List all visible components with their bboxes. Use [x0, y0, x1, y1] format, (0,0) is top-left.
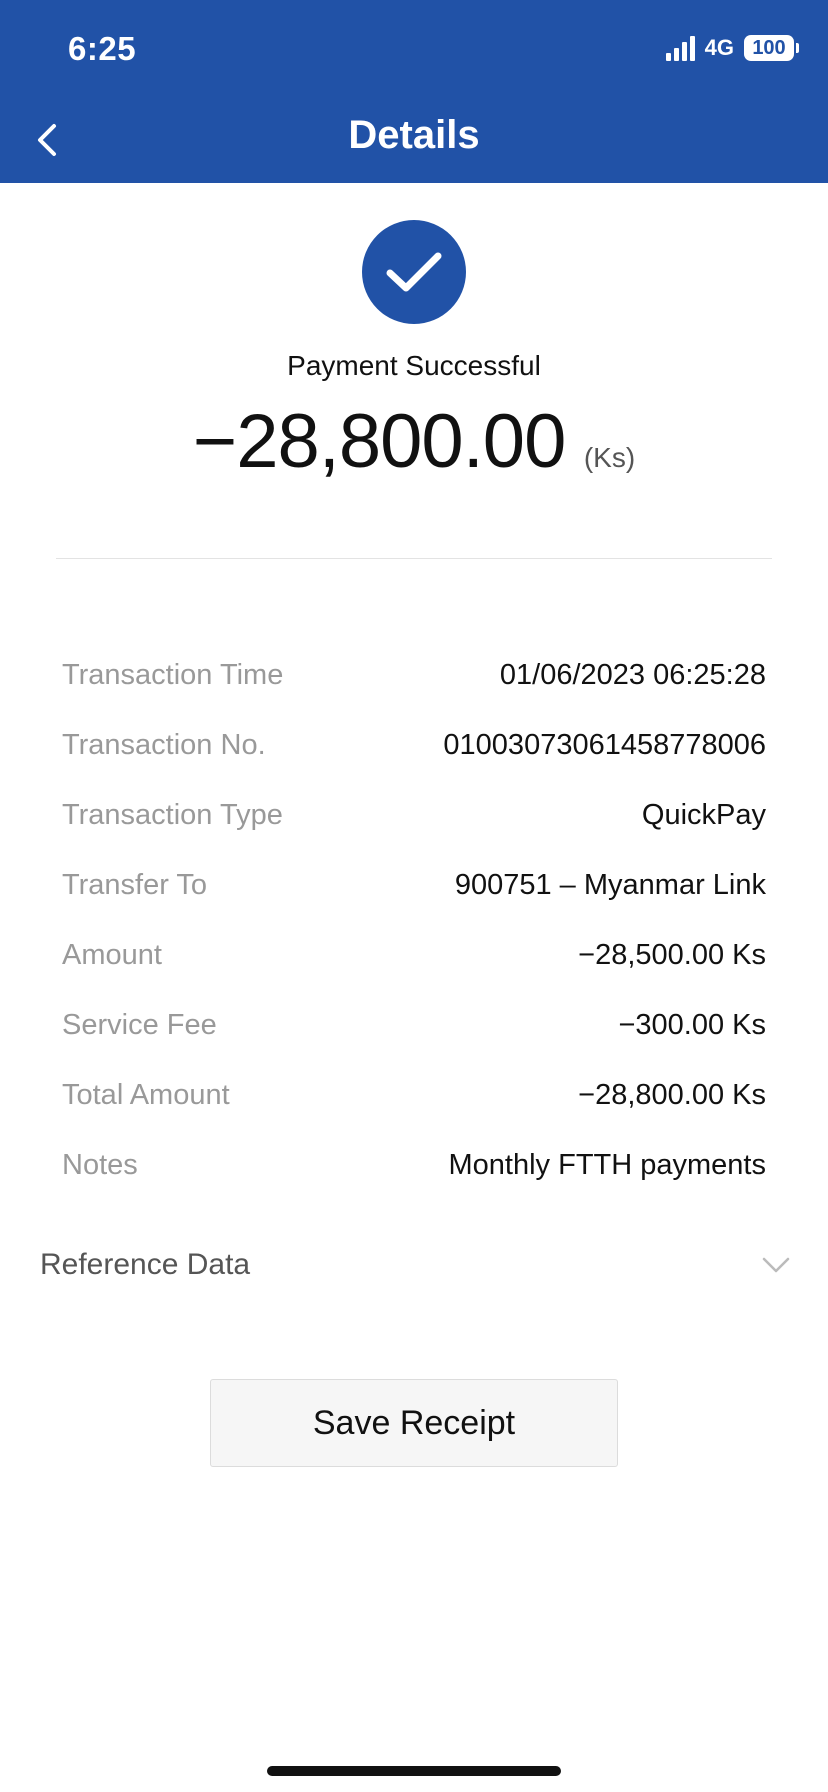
detail-value: 01003073061458778006 [443, 728, 766, 761]
detail-label: Transaction Type [62, 798, 283, 831]
detail-row-transaction-no: Transaction No. 01003073061458778006 [62, 710, 766, 780]
status-indicators: 4G 100 [665, 35, 799, 61]
detail-label: Transfer To [62, 868, 208, 901]
page-title: Details [348, 113, 480, 157]
success-check-icon [362, 220, 466, 324]
detail-label: Total Amount [62, 1078, 230, 1111]
detail-label: Notes [62, 1148, 138, 1181]
chevron-down-icon [762, 1257, 790, 1273]
detail-value: 01/06/2023 06:25:28 [499, 658, 766, 691]
transaction-details: Transaction Time 01/06/2023 06:25:28 Tra… [62, 640, 766, 1200]
detail-value: Monthly FTTH payments [448, 1148, 766, 1181]
currency-unit: (Ks) [583, 442, 636, 473]
detail-label: Service Fee [62, 1008, 217, 1041]
detail-row-service-fee: Service Fee −300.00 Ks [62, 990, 766, 1060]
detail-value: −28,800.00 Ks [578, 1078, 766, 1111]
detail-row-transfer-to: Transfer To 900751 – Myanmar Link [62, 850, 766, 920]
detail-row-transaction-time: Transaction Time 01/06/2023 06:25:28 [62, 640, 766, 710]
reference-data-label: Reference Data [40, 1248, 251, 1281]
detail-value: −300.00 Ks [618, 1008, 766, 1041]
detail-value: QuickPay [641, 798, 766, 831]
detail-value: 900751 – Myanmar Link [454, 868, 766, 901]
detail-row-total-amount: Total Amount −28,800.00 Ks [62, 1060, 766, 1130]
detail-row-notes: Notes Monthly FTTH payments [62, 1130, 766, 1200]
status-time: 6:25 [68, 30, 137, 67]
home-indicator[interactable] [267, 1766, 561, 1776]
battery-icon: 100 [744, 35, 799, 61]
network-type: 4G [704, 35, 734, 60]
detail-label: Amount [62, 938, 162, 971]
detail-label: Transaction Time [62, 658, 284, 691]
detail-row-amount: Amount −28,500.00 Ks [62, 920, 766, 990]
battery-level: 100 [752, 36, 786, 59]
signal-icon [665, 35, 695, 61]
payment-amount: −28,800.00 [192, 399, 566, 484]
detail-value: −28,500.00 Ks [578, 938, 766, 971]
payment-status: Payment Successful [287, 350, 541, 381]
amount-display: −28,800.00 (Ks) [0, 398, 828, 485]
save-receipt-button[interactable]: Save Receipt [210, 1379, 618, 1467]
detail-label: Transaction No. [62, 728, 266, 761]
header-bar: 6:25 4G 100 Details [0, 0, 828, 183]
divider [56, 558, 772, 559]
reference-data-toggle[interactable]: Reference Data [40, 1240, 790, 1290]
detail-row-transaction-type: Transaction Type QuickPay [62, 780, 766, 850]
